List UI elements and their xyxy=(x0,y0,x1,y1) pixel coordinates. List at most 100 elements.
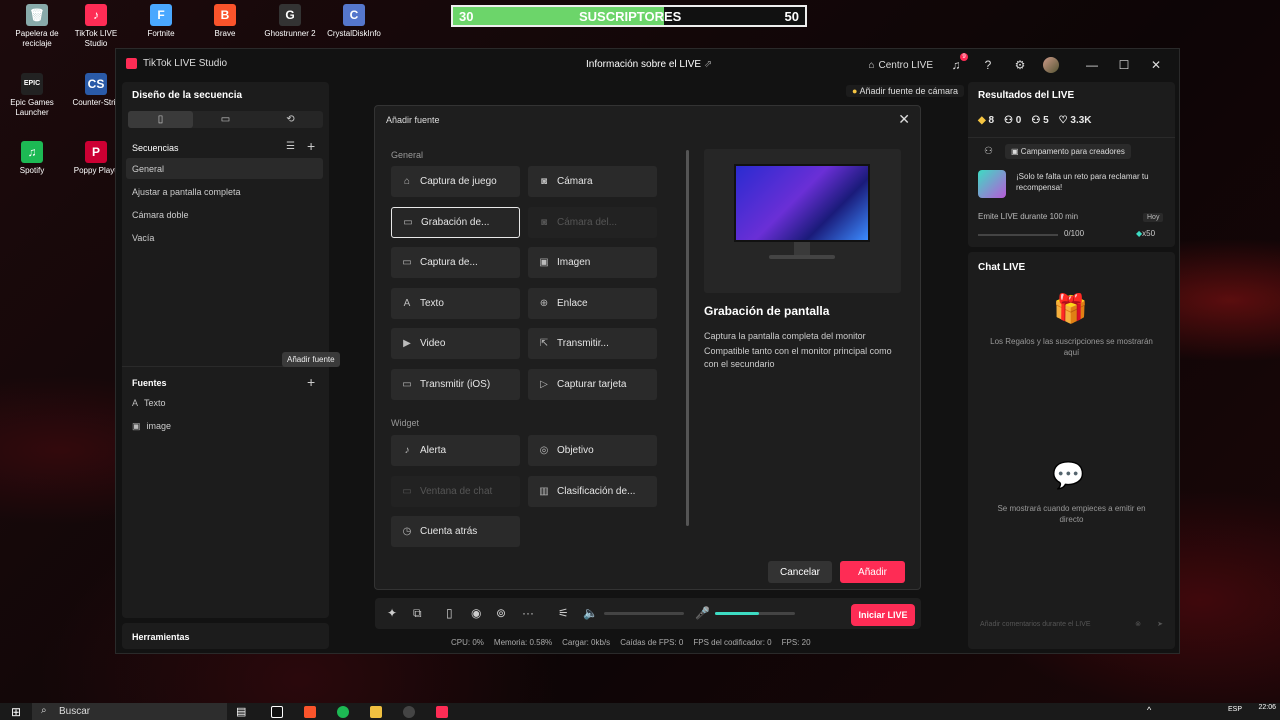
desktop-icon[interactable]: 🗑 Papelera de reciclaje xyxy=(5,4,69,49)
source-option[interactable]: ▥ Clasificación de... xyxy=(528,475,657,507)
desktop-icon[interactable]: C CrystalDiskInfo xyxy=(322,4,386,39)
notifications-button[interactable]: ♫ 9 xyxy=(947,53,968,74)
subscriber-label: SUSCRIPTORES xyxy=(579,9,682,24)
sequence-item[interactable]: General xyxy=(126,158,323,179)
source-option-label: Transmitir... xyxy=(557,338,609,349)
source-option-icon: ⊕ xyxy=(539,297,549,309)
source-item[interactable]: A Texto xyxy=(126,392,323,413)
desktop-icon-label: Brave xyxy=(214,29,236,38)
microphone-icon[interactable]: 🎤 xyxy=(695,606,710,620)
portrait-tab[interactable]: ▯ xyxy=(128,111,193,128)
add-source-button[interactable]: + xyxy=(307,374,315,390)
stat-icon: ♡ xyxy=(1058,115,1071,126)
desktop-icon-label: Epic Games Launcher xyxy=(10,98,54,117)
add-button[interactable]: Añadir xyxy=(840,561,905,583)
source-option[interactable]: ⊕ Enlace xyxy=(528,287,657,319)
cancel-button[interactable]: Cancelar xyxy=(768,561,832,583)
app-taskbar-icon[interactable] xyxy=(403,706,415,718)
add-camera-source-button[interactable]: ● Añadir fuente de cámara xyxy=(846,85,965,97)
gear-icon: ⚙ xyxy=(1014,58,1026,72)
magic-wand-icon[interactable]: ✦ xyxy=(387,606,397,620)
go-live-button[interactable]: Iniciar LIVE xyxy=(851,604,915,626)
phone-icon[interactable]: ▯ xyxy=(446,606,453,620)
source-list-scrollbar[interactable] xyxy=(686,150,689,526)
clock[interactable]: 22:06 xyxy=(1258,704,1276,712)
chat-placeholder: Añadir comentarios durante el LIVE xyxy=(980,621,1091,628)
source-option[interactable]: ⇱ Transmitir... xyxy=(528,328,657,359)
rotate-tab[interactable]: ⟲ xyxy=(258,111,323,128)
source-option[interactable]: ♪ Alerta xyxy=(391,435,520,466)
maximize-button[interactable]: ☐ xyxy=(1115,56,1133,74)
app-icon: ♫ xyxy=(21,141,43,163)
source-option-label: Captura de... xyxy=(420,257,478,268)
creator-camp-button[interactable]: ▣ Campamento para creadores xyxy=(1005,144,1131,159)
chat-input[interactable]: Añadir comentarios durante el LIVE ⊗ ➤ xyxy=(974,615,1169,635)
folder-taskbar-icon[interactable] xyxy=(370,706,382,718)
source-option[interactable]: ▷ Capturar tarjeta xyxy=(528,368,657,400)
source-option[interactable]: ◷ Cuenta atrás xyxy=(391,516,520,547)
source-option-label: Objetivo xyxy=(557,445,594,456)
tools-panel[interactable]: Herramientas xyxy=(122,623,329,649)
source-option[interactable]: ▣ Imagen xyxy=(528,247,657,278)
sequence-item[interactable]: Vacía xyxy=(126,227,323,248)
record-icon[interactable]: ◉ xyxy=(471,606,481,620)
minimize-button[interactable]: — xyxy=(1083,56,1101,74)
more-icon[interactable]: ··· xyxy=(522,606,534,620)
avatar[interactable] xyxy=(1043,57,1059,73)
desktop-icon[interactable]: B Brave xyxy=(193,4,257,39)
bell-icon: ♫ xyxy=(951,58,961,72)
source-option[interactable]: ▶ Video xyxy=(391,328,520,359)
windows-taskbar: ⊞ ⌕ Buscar ▤ ^ ESP 22:06 xyxy=(0,703,1280,720)
source-item[interactable]: ▣ image xyxy=(126,415,323,436)
source-option[interactable]: ▭ Captura de... xyxy=(391,247,520,278)
sequence-item[interactable]: Cámara doble xyxy=(126,204,323,225)
help-button[interactable]: ? xyxy=(979,56,997,74)
help-icon: ? xyxy=(984,58,992,72)
source-option[interactable]: ◎ Objetivo xyxy=(528,435,657,466)
effects-icon[interactable]: ⧉ xyxy=(413,606,422,621)
cpu-stat: CPU: 0% xyxy=(451,638,484,647)
taskbar-search[interactable]: ⌕ Buscar xyxy=(32,703,227,720)
tiktok-taskbar-icon[interactable] xyxy=(271,706,283,718)
rotate-icon: ⟲ xyxy=(286,114,295,125)
desktop-icon[interactable]: EPIC Epic Games Launcher xyxy=(0,73,64,118)
source-option[interactable]: ◙ Cámara xyxy=(528,166,657,197)
search-label: Buscar xyxy=(59,706,91,717)
live-message: Se mostrará cuando empieces a emitir en … xyxy=(997,504,1146,524)
windows-start-icon[interactable]: ⊞ xyxy=(11,705,21,719)
dialog-close-button[interactable]: ✕ xyxy=(898,111,910,128)
camera-ring-icon[interactable]: ⊚ xyxy=(496,606,506,620)
settings-button[interactable]: ⚙ xyxy=(1011,56,1029,74)
creator-icon: ⚇ xyxy=(984,146,993,157)
stat-icon: ◆ xyxy=(978,115,989,126)
clear-icon[interactable]: ⊗ xyxy=(1135,620,1141,628)
desktop-icon[interactable]: ♫ Spotify xyxy=(0,141,64,176)
tiktok-live-taskbar-icon[interactable] xyxy=(436,706,448,718)
send-icon[interactable]: ➤ xyxy=(1157,620,1163,628)
mixer-icon[interactable]: ⚟ xyxy=(558,606,569,620)
speaker-icon[interactable]: 🔈 xyxy=(583,606,598,620)
close-window-button[interactable]: ✕ xyxy=(1147,56,1165,74)
source-option[interactable]: A Texto xyxy=(391,287,520,319)
task-view-icon[interactable]: ▤ xyxy=(236,705,246,718)
brave-taskbar-icon[interactable] xyxy=(304,706,316,718)
desktop-icon-label: TikTok LIVE Studio xyxy=(74,29,118,48)
centro-live-button[interactable]: ⌂ Centro LIVE xyxy=(868,60,933,71)
source-option[interactable]: ▭ Transmitir (iOS) xyxy=(391,368,520,400)
spotify-taskbar-icon[interactable] xyxy=(337,706,349,718)
desktop-icon[interactable]: ♪ TikTok LIVE Studio xyxy=(64,4,128,49)
desktop-icon[interactable]: G Ghostrunner 2 xyxy=(258,4,322,39)
desktop-icon[interactable]: F Fortnite xyxy=(129,4,193,39)
stat-value: 3.3K xyxy=(1070,115,1092,126)
source-option[interactable]: ▭ Grabación de... xyxy=(391,206,520,238)
list-icon[interactable]: ☰ xyxy=(286,141,295,152)
live-info-link[interactable]: Información sobre el LIVE ⇗ xyxy=(586,59,712,70)
speaker-volume-slider[interactable] xyxy=(604,612,684,615)
landscape-tab[interactable]: ▭ xyxy=(193,111,258,128)
add-sequence-button[interactable]: + xyxy=(307,138,315,154)
tray-arrow-icon[interactable]: ^ xyxy=(1147,705,1151,715)
memory-stat: Memoria: 0.58% xyxy=(493,638,553,647)
source-option[interactable]: ⌂ Captura de juego xyxy=(391,166,520,197)
sequence-item[interactable]: Ajustar a pantalla completa xyxy=(126,181,323,202)
stat-icon: ⚇ xyxy=(1004,115,1016,126)
